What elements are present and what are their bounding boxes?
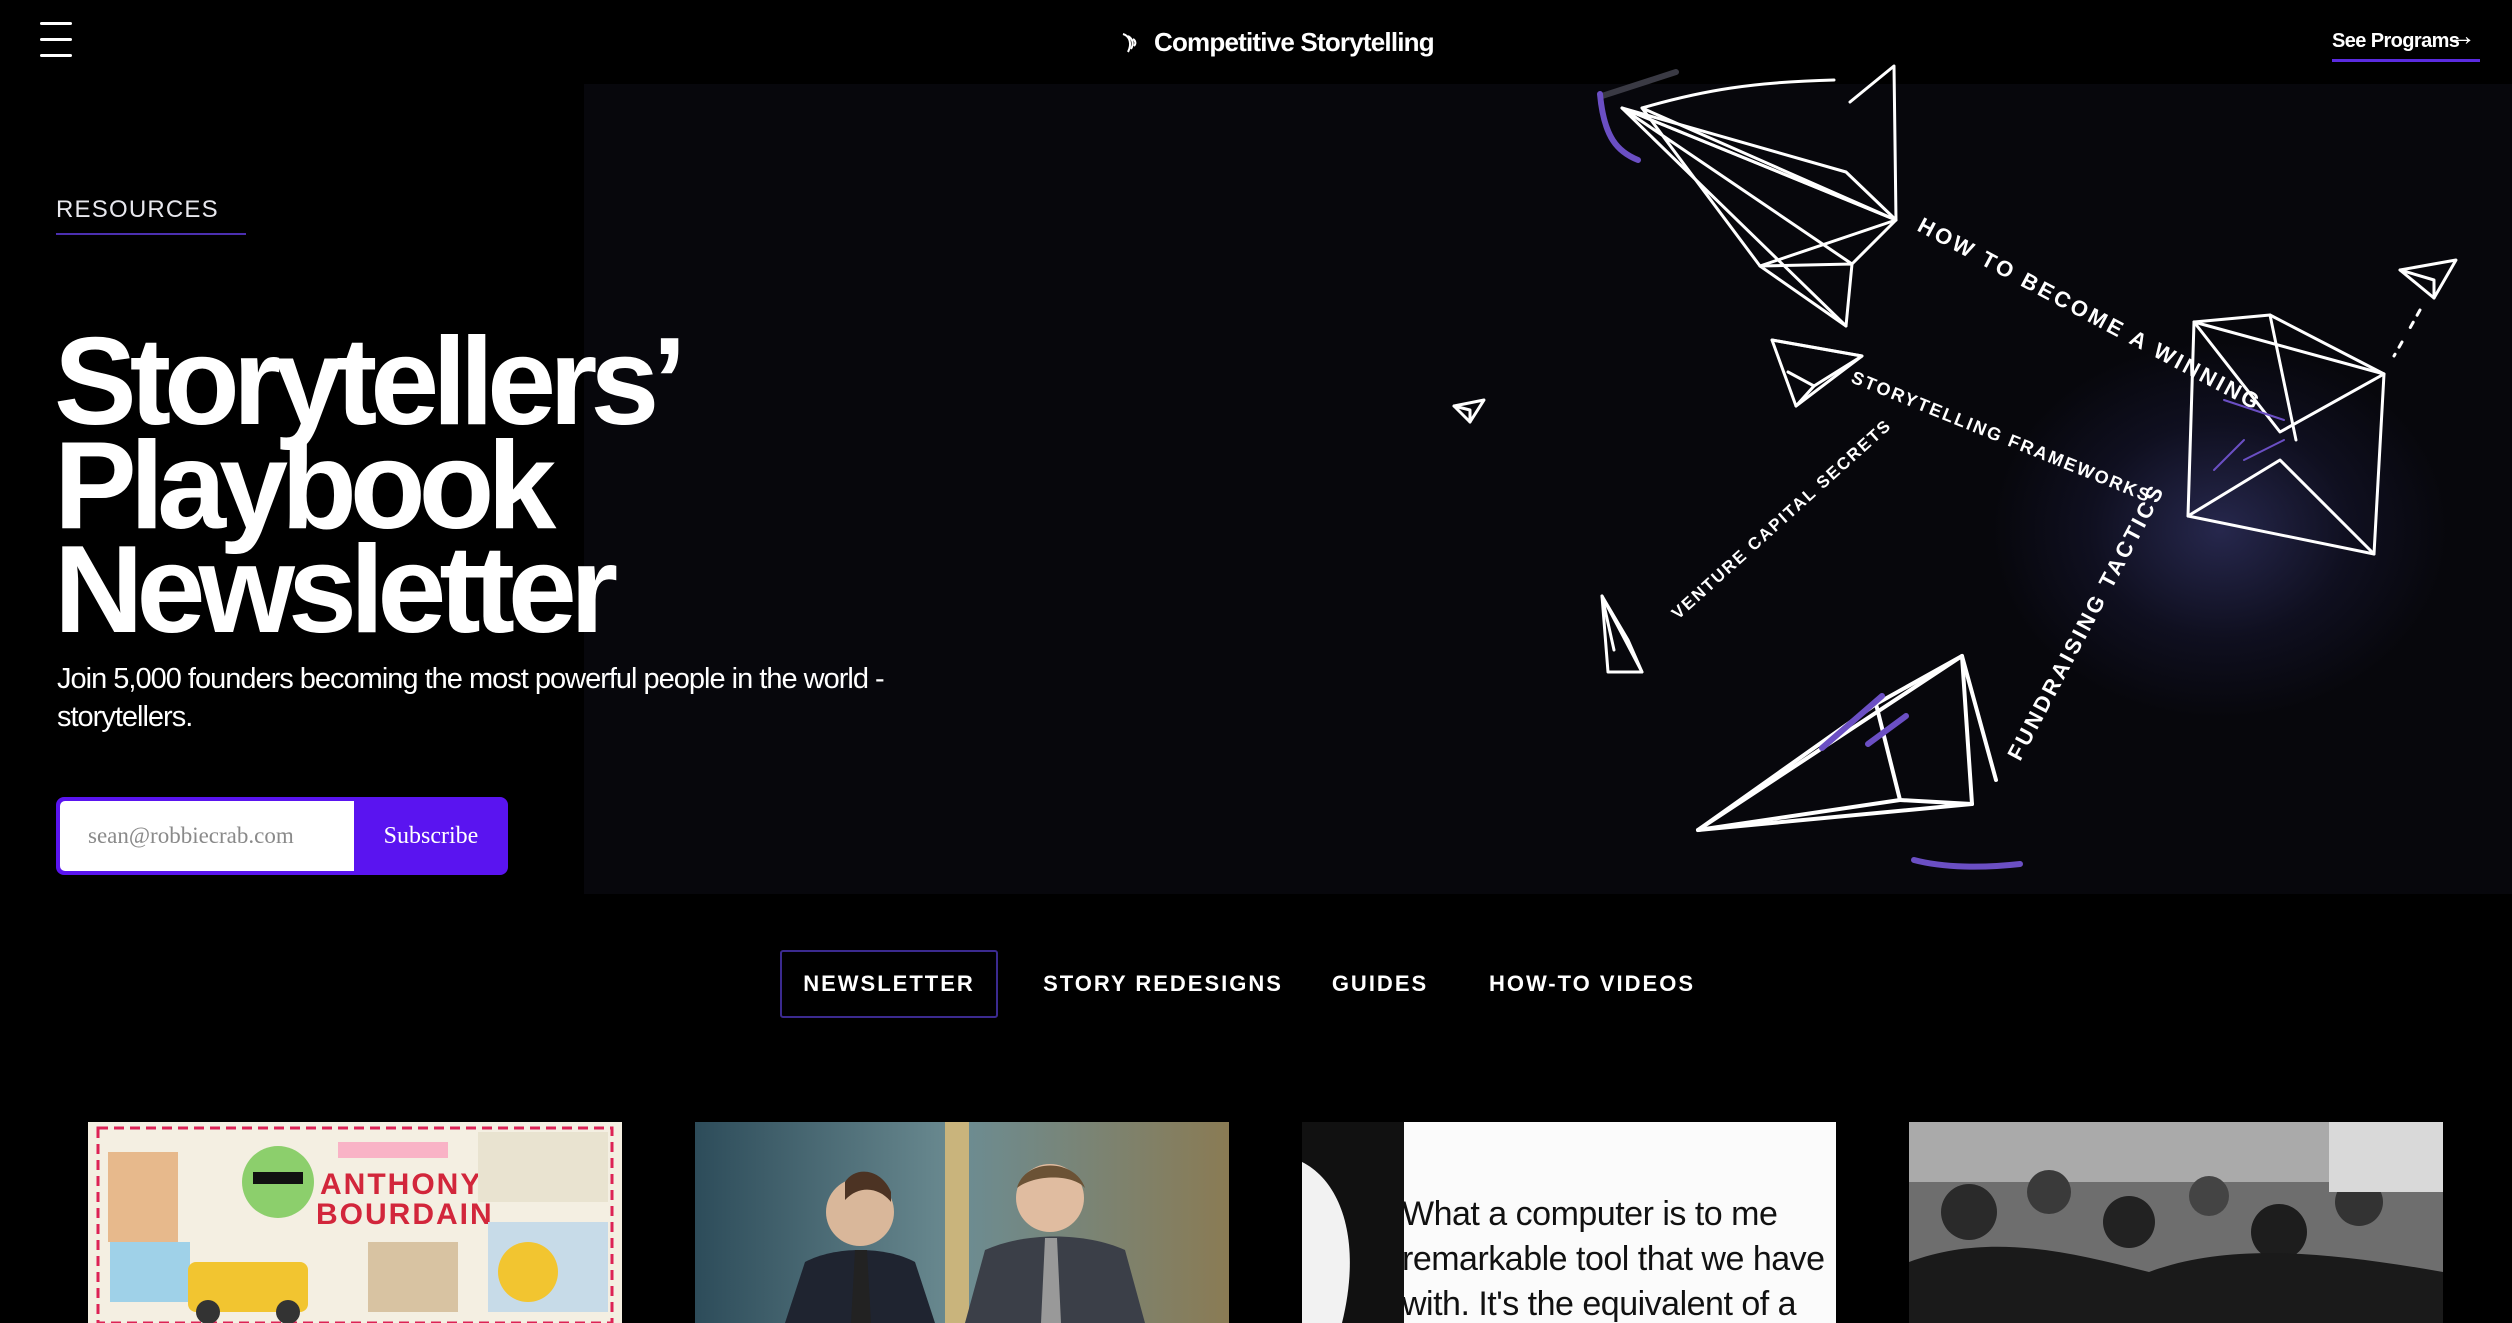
eyebrow-underline [56, 233, 246, 235]
paper-plane-bottom-icon [1696, 654, 1998, 832]
hero-illustration: HOW TO BECOME A WINNING STORYTELLING FRA… [1452, 64, 2458, 870]
brand-name: Competitive Storytelling [1154, 26, 1435, 57]
crowd-photo-image [1909, 1122, 2443, 1323]
see-programs-link[interactable]: See Programs → [2332, 20, 2480, 62]
tab-story-redesigns[interactable]: STORY REDESIGNS [1028, 950, 1298, 1018]
article-card-bourdain[interactable]: ANTHONY BOURDAIN [88, 1122, 622, 1323]
hamburger-menu-icon[interactable] [40, 20, 74, 60]
brand-logo[interactable]: Competitive Storytelling [1120, 22, 1435, 62]
tab-how-to-videos[interactable]: HOW-TO VIDEOS [1470, 950, 1714, 1018]
art-label-frameworks: STORYTELLING FRAMEWORKS [1849, 367, 2155, 506]
bourdain-illustration-image: ANTHONY BOURDAIN [88, 1122, 622, 1323]
paper-plane-small-icon [2392, 258, 2458, 358]
tab-guides[interactable]: GUIDES [1322, 950, 1438, 1018]
arrow-right-icon: → [2448, 20, 2476, 51]
see-programs-label: See Programs [2332, 30, 2460, 52]
resources-eyebrow[interactable]: RESOURCES [56, 196, 219, 224]
two-men-in-suits-image [695, 1122, 1229, 1323]
tab-newsletter[interactable]: NEWSLETTER [780, 950, 998, 1018]
art-label-fundraising: FUNDRAISING TACTICS [2002, 479, 2169, 764]
article-card-suits[interactable] [695, 1122, 1229, 1323]
quote-line: remarkable tool that we have [1402, 1240, 1825, 1278]
bourdain-image-text: BOURDAIN [316, 1198, 494, 1231]
art-label-vc: VENTURE CAPITAL SECRETS [1668, 415, 1896, 623]
quote-line: What a computer is to me [1402, 1195, 1778, 1233]
subscribe-form: Subscribe [56, 797, 508, 875]
email-field[interactable] [60, 801, 354, 871]
article-card-crowd[interactable] [1909, 1122, 2443, 1323]
bourdain-image-text: ANTHONY [320, 1168, 482, 1201]
article-card-quote[interactable]: What a computer is to me remarkable tool… [1302, 1122, 1836, 1323]
paper-plane-large-icon [1620, 64, 1898, 328]
quote-line: with. It's the equivalent of a [1402, 1285, 1797, 1323]
quote-text: What a computer is to me remarkable tool… [1402, 1192, 1836, 1323]
subscribe-button[interactable]: Subscribe [354, 797, 508, 875]
envelope-icon [2186, 313, 2386, 556]
hero-subtitle: Join 5,000 founders becoming the most po… [57, 663, 885, 733]
paper-plane-tiny-icon [1452, 398, 1486, 424]
title-line: Newsletter [54, 521, 618, 659]
sound-wave-icon [1122, 33, 1137, 53]
paper-plane-vc-icon [1600, 594, 1644, 674]
page-title: Storytellers’ Playbook Newsletter [54, 320, 687, 659]
paper-plane-medium-icon [1770, 338, 1864, 408]
art-label-winning: HOW TO BECOME A WINNING [1914, 212, 2267, 415]
